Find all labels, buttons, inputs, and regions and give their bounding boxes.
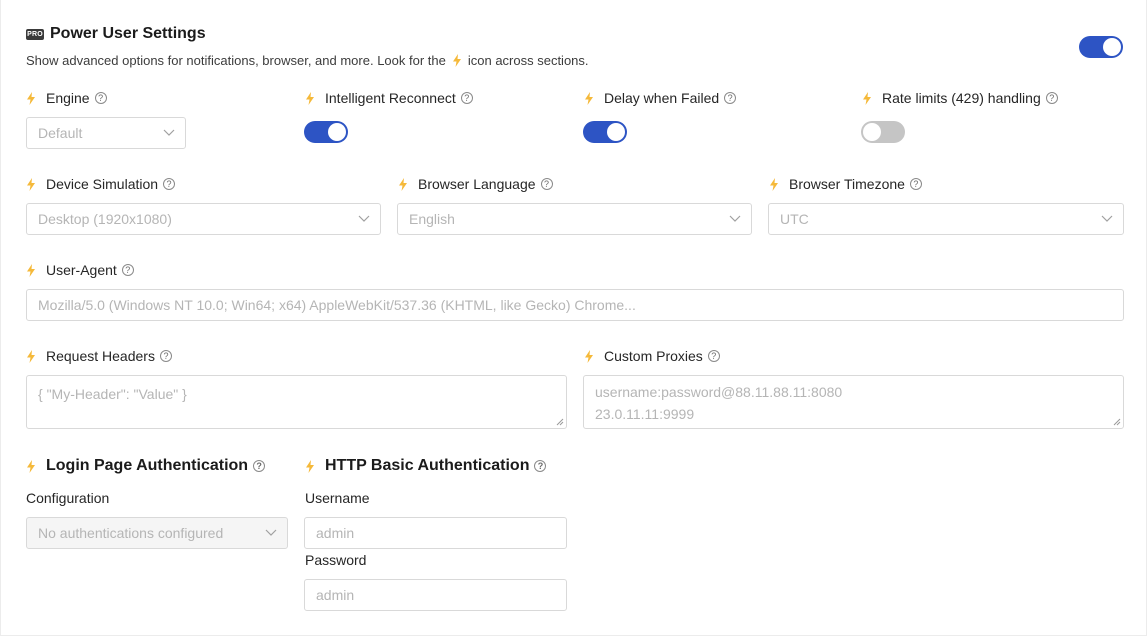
toggle-knob xyxy=(607,123,625,141)
question-circle-icon[interactable]: ? xyxy=(540,178,553,190)
pro-badge: PRO xyxy=(26,28,44,40)
question-circle-icon[interactable]: ? xyxy=(707,350,720,362)
user-agent-placeholder: Mozilla/5.0 (Windows NT 10.0; Win64; x64… xyxy=(38,297,636,313)
resize-handle-icon[interactable] xyxy=(556,418,564,426)
user-agent-label: User-Agent ? xyxy=(26,262,134,278)
delay-when-failed-toggle[interactable] xyxy=(583,121,627,143)
browser-language-value: English xyxy=(409,211,455,227)
request-headers-placeholder: { "My-Header": "Value" } xyxy=(38,386,187,402)
engine-label: Engine ? xyxy=(26,90,107,106)
username-label: Username xyxy=(305,490,370,506)
browser-timezone-value: UTC xyxy=(780,211,809,227)
subtitle-text-start: Show advanced options for notifications,… xyxy=(26,53,446,68)
user-agent-input[interactable]: Mozilla/5.0 (Windows NT 10.0; Win64; x64… xyxy=(26,289,1124,321)
power-user-master-toggle[interactable] xyxy=(1079,36,1123,58)
lightning-bolt-icon xyxy=(26,177,36,191)
lightning-bolt-icon xyxy=(769,177,779,191)
question-circle-icon[interactable]: ? xyxy=(253,460,266,472)
lightning-bolt-icon xyxy=(26,349,36,363)
question-circle-icon[interactable]: ? xyxy=(909,178,922,190)
chevron-down-icon xyxy=(358,215,370,222)
lightning-bolt-icon xyxy=(26,459,36,473)
question-circle-icon[interactable]: ? xyxy=(163,178,176,190)
rate-limits-toggle[interactable] xyxy=(861,121,905,143)
login-auth-config-select[interactable]: No authentications configured xyxy=(26,517,288,549)
lightning-bolt-icon xyxy=(398,177,408,191)
request-headers-textarea[interactable]: { "My-Header": "Value" } xyxy=(26,375,567,429)
lightning-bolt-icon xyxy=(862,91,872,105)
power-user-settings-panel: PRO Power User Settings Show advanced op… xyxy=(0,0,1147,636)
intelligent-reconnect-label: Intelligent Reconnect ? xyxy=(305,90,473,106)
browser-timezone-label-text: Browser Timezone xyxy=(789,176,905,192)
custom-proxies-textarea[interactable]: username:password@88.11.88.11:8080 23.0.… xyxy=(583,375,1124,429)
login-auth-title: Login Page Authentication xyxy=(46,457,249,474)
question-circle-icon[interactable]: ? xyxy=(94,92,107,104)
chevron-down-icon xyxy=(265,529,277,536)
delay-when-failed-label: Delay when Failed ? xyxy=(584,90,737,106)
question-circle-icon[interactable]: ? xyxy=(534,460,547,472)
device-simulation-value: Desktop (1920x1080) xyxy=(38,211,172,227)
lightning-bolt-icon xyxy=(584,91,594,105)
lightning-bolt-icon xyxy=(452,54,462,67)
toggle-knob xyxy=(328,123,346,141)
http-auth-heading: HTTP Basic Authentication ? xyxy=(305,457,547,475)
question-circle-icon[interactable]: ? xyxy=(1045,92,1058,104)
lightning-bolt-icon xyxy=(26,263,36,277)
lightning-bolt-icon xyxy=(26,91,36,105)
device-simulation-label-text: Device Simulation xyxy=(46,176,159,192)
intelligent-reconnect-toggle[interactable] xyxy=(304,121,348,143)
section-subtitle: Show advanced options for notifications,… xyxy=(26,53,589,68)
section-title: Power User Settings xyxy=(50,25,206,42)
configuration-label: Configuration xyxy=(26,490,110,506)
request-headers-label-text: Request Headers xyxy=(46,348,155,364)
engine-select[interactable]: Default xyxy=(26,117,186,149)
browser-timezone-select[interactable]: UTC xyxy=(768,203,1124,235)
engine-select-value: Default xyxy=(38,125,83,141)
browser-language-label: Browser Language ? xyxy=(398,176,553,192)
browser-language-select[interactable]: English xyxy=(397,203,752,235)
username-input[interactable]: admin xyxy=(304,517,567,549)
password-label: Password xyxy=(305,552,367,568)
toggle-knob xyxy=(863,123,881,141)
chevron-down-icon xyxy=(729,215,741,222)
custom-proxies-label: Custom Proxies ? xyxy=(584,348,720,364)
question-circle-icon[interactable]: ? xyxy=(460,92,473,104)
toggle-knob xyxy=(1103,38,1121,56)
login-auth-config-value: No authentications configured xyxy=(38,525,224,541)
question-circle-icon[interactable]: ? xyxy=(724,92,737,104)
engine-label-text: Engine xyxy=(46,90,90,106)
password-placeholder: admin xyxy=(316,587,355,603)
login-auth-heading: Login Page Authentication ? xyxy=(26,457,266,475)
device-simulation-label: Device Simulation ? xyxy=(26,176,176,192)
section-header: PRO Power User Settings xyxy=(26,25,206,43)
user-agent-label-text: User-Agent xyxy=(46,262,117,278)
http-auth-title: HTTP Basic Authentication xyxy=(325,457,530,474)
browser-language-label-text: Browser Language xyxy=(418,176,536,192)
username-placeholder: admin xyxy=(316,525,355,541)
rate-limits-label-text: Rate limits (429) handling xyxy=(882,90,1041,106)
custom-proxies-placeholder-line: username:password@88.11.88.11:8080 xyxy=(595,384,843,400)
browser-timezone-label: Browser Timezone ? xyxy=(769,176,922,192)
rate-limits-label: Rate limits (429) handling ? xyxy=(862,90,1058,106)
chevron-down-icon xyxy=(1101,215,1113,222)
lightning-bolt-icon xyxy=(305,459,315,473)
lightning-bolt-icon xyxy=(305,91,315,105)
password-input[interactable]: admin xyxy=(304,579,567,611)
chevron-down-icon xyxy=(163,129,175,136)
device-simulation-select[interactable]: Desktop (1920x1080) xyxy=(26,203,381,235)
question-circle-icon[interactable]: ? xyxy=(121,264,134,276)
question-circle-icon[interactable]: ? xyxy=(159,350,172,362)
custom-proxies-placeholder-line: 23.0.11.11:9999 xyxy=(595,406,695,422)
custom-proxies-label-text: Custom Proxies xyxy=(604,348,703,364)
intelligent-reconnect-label-text: Intelligent Reconnect xyxy=(325,90,456,106)
resize-handle-icon[interactable] xyxy=(1113,418,1121,426)
subtitle-text-end: icon across sections. xyxy=(467,53,589,68)
request-headers-label: Request Headers ? xyxy=(26,348,172,364)
delay-when-failed-label-text: Delay when Failed xyxy=(604,90,720,106)
lightning-bolt-icon xyxy=(584,349,594,363)
